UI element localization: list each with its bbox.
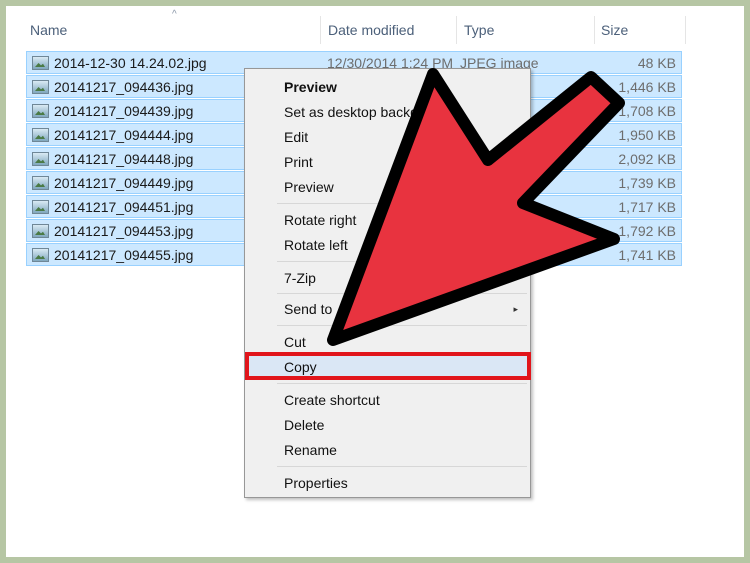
- pointer-arrow-shape: [327, 68, 625, 346]
- copy-highlight-box: [245, 352, 531, 380]
- annotation-arrow-overlay: [327, 68, 625, 346]
